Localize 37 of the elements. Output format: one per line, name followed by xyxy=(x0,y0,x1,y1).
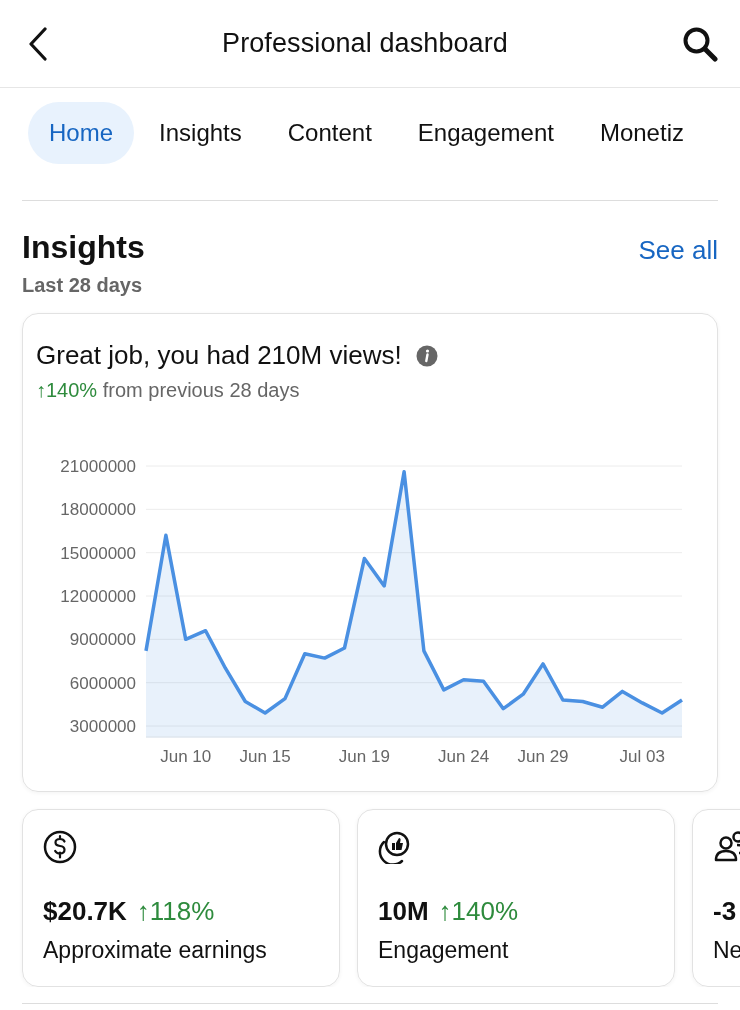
axis-label: Jun 24 xyxy=(438,747,490,766)
axis-label: 18000000 xyxy=(60,500,136,520)
see-all-link[interactable]: See all xyxy=(638,235,718,266)
axis-label: 6000000 xyxy=(69,673,136,693)
metric-value: 10M xyxy=(378,896,429,927)
back-icon[interactable] xyxy=(28,26,48,61)
tab[interactable]: Insights xyxy=(138,102,263,164)
tab[interactable]: Engagement xyxy=(396,102,575,164)
axis-label: Jun 19 xyxy=(338,747,390,766)
axis-label: 12000000 xyxy=(60,587,136,606)
axis-label: 15000000 xyxy=(60,543,136,563)
metric-change: ↑140% xyxy=(438,896,519,927)
thumbs-up-icon xyxy=(378,830,412,864)
axis-label: Jul 03 xyxy=(619,747,665,766)
info-icon[interactable] xyxy=(415,344,438,367)
axis-label: 3000000 xyxy=(69,717,136,736)
axis-label: 9000000 xyxy=(69,630,136,650)
axis-label: Jun 10 xyxy=(160,747,212,766)
tab[interactable]: Home xyxy=(28,102,135,164)
views-headline: Great job, you had 210M views! xyxy=(36,340,402,371)
dollar-icon xyxy=(43,830,77,864)
views-change: ↑140% from previous 28 days xyxy=(36,379,300,401)
axis-label: 21000000 xyxy=(60,457,136,476)
date-range: Last 28 days xyxy=(21,273,144,298)
page-title: Professional dashboard xyxy=(222,28,508,59)
axis-label: Jun 29 xyxy=(517,747,569,766)
section-title: Insights xyxy=(22,229,145,266)
metric-label: Engagement xyxy=(378,937,510,964)
tab[interactable]: Content xyxy=(266,102,393,164)
axis-label: Jun 15 xyxy=(239,747,291,766)
search-icon[interactable] xyxy=(682,25,718,62)
metric-value: $20.7K xyxy=(43,896,127,927)
metric-change: ↑118% xyxy=(136,896,215,927)
metric-label: Approximate earnings xyxy=(43,937,268,964)
tab[interactable]: Monetiz xyxy=(578,102,705,164)
metric-value: -3 xyxy=(713,896,737,927)
people-icon xyxy=(713,830,740,864)
